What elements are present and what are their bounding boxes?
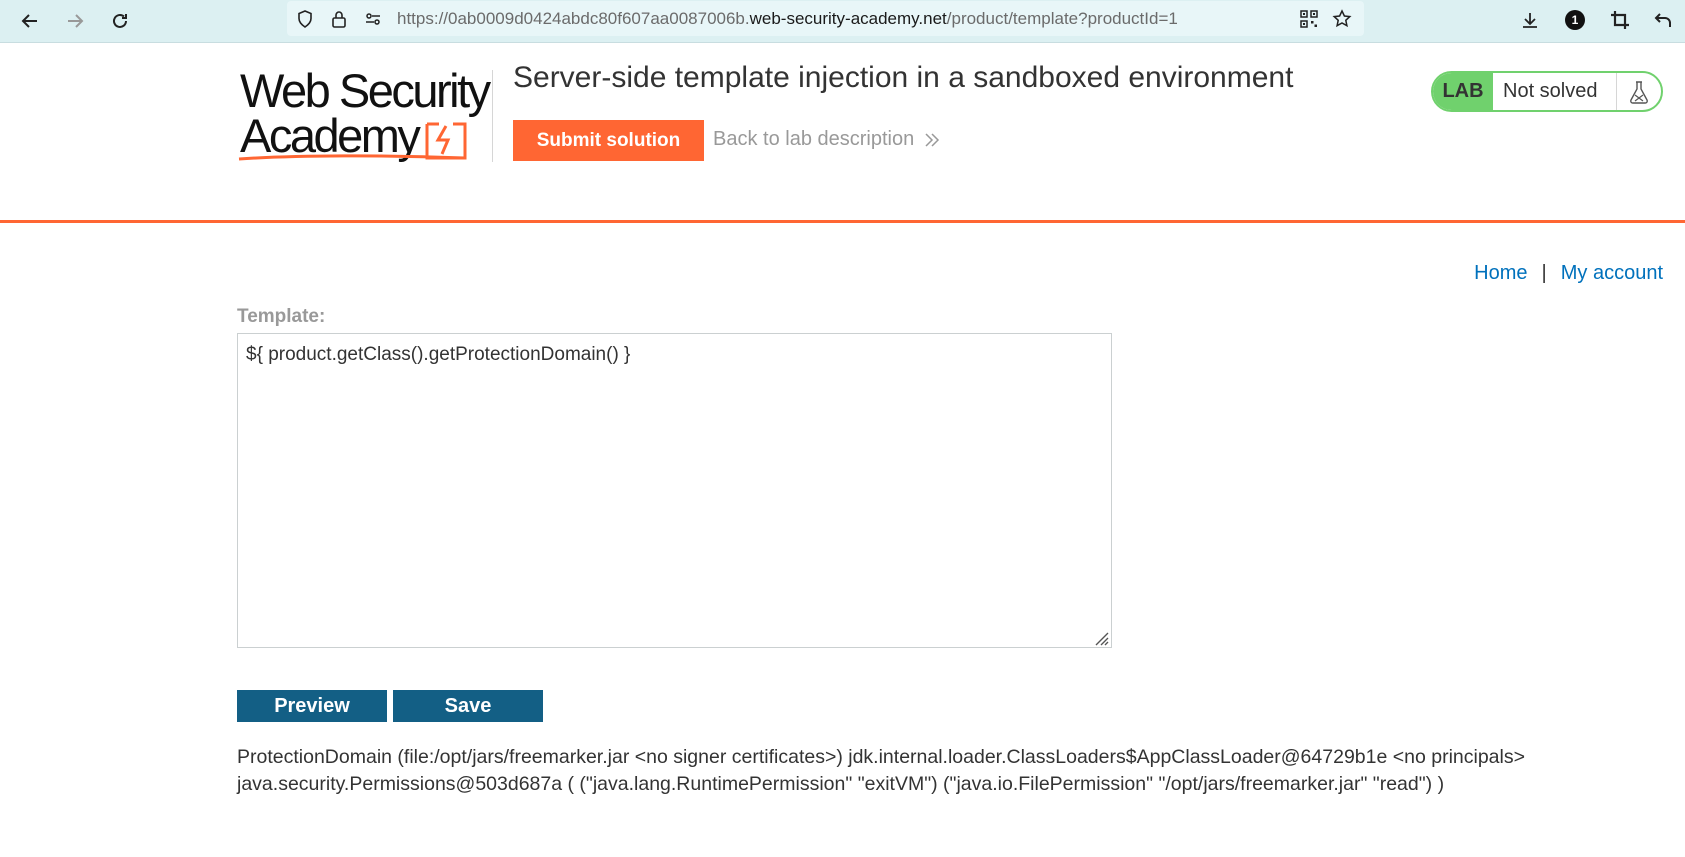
bookmark-star-icon[interactable] — [1332, 9, 1352, 29]
forward-arrow-icon[interactable] — [60, 6, 90, 36]
extension-badge: 1 — [1565, 10, 1585, 30]
flask-icon — [1630, 81, 1648, 104]
logo-underline-icon — [238, 154, 466, 161]
lab-title: Server-side template injection in a sand… — [513, 61, 1294, 94]
web-security-academy-logo[interactable]: Web Security Academy — [237, 66, 497, 166]
lab-status-widget: LAB Not solved — [1431, 71, 1663, 112]
template-label: Template: — [237, 306, 326, 327]
url-text[interactable]: https://0ab0009d0424abdc80f607aa0087006b… — [397, 9, 1178, 29]
back-link-label: Back to lab description — [713, 128, 915, 150]
qr-code-icon[interactable] — [1299, 9, 1319, 29]
url-host: web-security-academy.net — [749, 9, 947, 28]
my-account-link[interactable]: My account — [1561, 262, 1663, 285]
browser-toolbar: https://0ab0009d0424abdc80f607aa0087006b… — [0, 0, 1685, 43]
submit-solution-button[interactable]: Submit solution — [513, 120, 704, 161]
lab-status-text: Not solved — [1503, 80, 1598, 102]
extension-badge-icon[interactable]: 1 — [1562, 7, 1588, 33]
template-textarea[interactable]: ${ product.getClass().getProtectionDomai… — [237, 333, 1112, 648]
template-output: ProtectionDomain (file:/opt/jars/freemar… — [237, 746, 1525, 795]
lab-tag: LAB — [1433, 73, 1493, 110]
back-to-lab-description-link[interactable]: Back to lab description — [713, 128, 940, 151]
back-arrow-icon[interactable] — [15, 6, 45, 36]
crop-icon[interactable] — [1607, 7, 1633, 33]
home-link[interactable]: Home — [1474, 262, 1527, 285]
status-divider — [1616, 73, 1617, 110]
save-button[interactable]: Save — [393, 690, 543, 722]
download-icon[interactable] — [1517, 7, 1543, 33]
url-path: /product/template?productId=1 — [946, 9, 1178, 28]
lock-icon[interactable] — [329, 9, 349, 29]
header-divider — [492, 70, 493, 162]
site-settings-icon[interactable] — [363, 9, 383, 29]
reload-icon[interactable] — [105, 6, 135, 36]
nav-separator: | — [1541, 262, 1547, 284]
resize-grip-icon[interactable] — [1091, 628, 1109, 646]
top-nav: Home | My account — [1474, 262, 1663, 285]
shield-icon[interactable] — [295, 9, 315, 29]
undo-arrow-icon[interactable] — [1650, 7, 1676, 33]
address-bar[interactable]: https://0ab0009d0424abdc80f607aa0087006b… — [287, 1, 1364, 36]
header-rule — [0, 220, 1685, 223]
preview-button[interactable]: Preview — [237, 690, 387, 722]
url-prefix: https://0ab0009d0424abdc80f607aa0087006b… — [397, 9, 750, 28]
double-chevron-right-icon — [925, 132, 940, 147]
